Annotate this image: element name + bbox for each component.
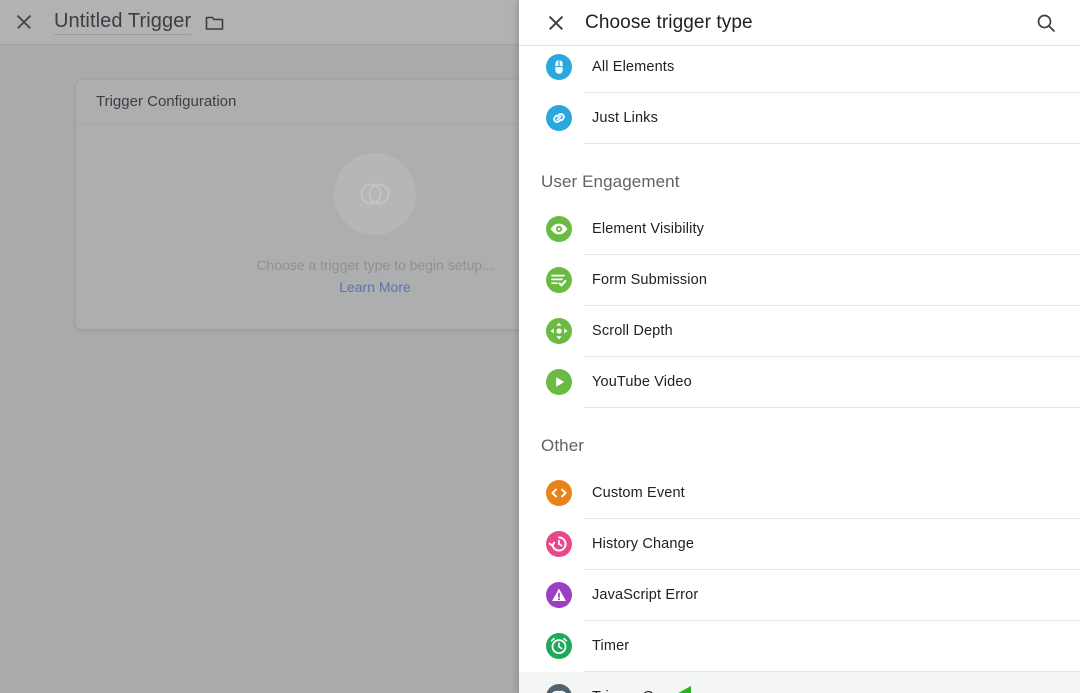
trigger-type-label: Trigger Group <box>592 689 684 693</box>
close-icon[interactable] <box>546 13 566 33</box>
workspace-header: Untitled Trigger <box>0 0 519 45</box>
mouse-icon <box>546 54 572 80</box>
form-check-icon <box>546 267 572 293</box>
group-header-user-engagement: User Engagement <box>541 172 680 191</box>
trigger-type-label: Element Visibility <box>592 221 705 237</box>
trigger-type-row[interactable]: Just Links <box>519 93 1080 143</box>
alarm-clock-icon <box>546 633 572 659</box>
trigger-type-row[interactable]: Form Submission <box>519 255 1080 305</box>
trigger-type-label: YouTube Video <box>592 374 692 390</box>
trigger-type-row[interactable]: Custom Event <box>519 468 1080 518</box>
learn-more-link[interactable]: Learn More <box>339 279 411 295</box>
play-icon <box>546 369 572 395</box>
trigger-type-label: Timer <box>592 638 630 654</box>
trigger-type-label: Just Links <box>592 110 658 126</box>
trigger-type-label: Custom Event <box>592 485 685 501</box>
trigger-type-row[interactable]: Scroll Depth <box>519 306 1080 356</box>
code-icon <box>546 480 572 506</box>
trigger-type-label: JavaScript Error <box>592 587 699 603</box>
trigger-type-list[interactable]: All Elements Just Links User Engagement Ele… <box>519 42 1080 693</box>
trigger-type-label: History Change <box>592 536 695 552</box>
trigger-group-icon <box>546 684 572 693</box>
trigger-type-label: Scroll Depth <box>592 323 673 339</box>
trigger-type-label: Form Submission <box>592 272 708 288</box>
trigger-type-row[interactable]: YouTube Video <box>519 357 1080 407</box>
group-header-other: Other <box>541 436 585 455</box>
trigger-type-row[interactable]: JavaScript Error <box>519 570 1080 620</box>
trigger-type-row[interactable]: Trigger Group <box>519 672 1080 693</box>
eye-icon <box>546 216 572 242</box>
panel-title: Choose trigger type <box>585 11 753 33</box>
search-icon[interactable] <box>1034 11 1058 35</box>
trigger-type-label: All Elements <box>592 59 675 75</box>
link-icon <box>546 105 572 131</box>
warning-icon <box>546 582 572 608</box>
trigger-group-icon <box>334 153 416 235</box>
trigger-type-row[interactable]: All Elements <box>519 42 1080 92</box>
close-icon[interactable] <box>14 12 34 32</box>
trigger-type-row[interactable]: Element Visibility <box>519 204 1080 254</box>
panel-header: Choose trigger type <box>519 0 1080 46</box>
choose-trigger-type-panel: Choose trigger type All Elements Just Lin… <box>519 0 1080 693</box>
trigger-type-row[interactable]: Timer <box>519 621 1080 671</box>
history-clock-icon <box>546 531 572 557</box>
folder-icon[interactable] <box>205 15 224 30</box>
trigger-type-row[interactable]: History Change <box>519 519 1080 569</box>
empty-state-hint: Choose a trigger type to begin setup... <box>256 257 494 273</box>
scroll-move-icon <box>546 318 572 344</box>
trigger-name-field[interactable]: Untitled Trigger <box>54 10 192 35</box>
